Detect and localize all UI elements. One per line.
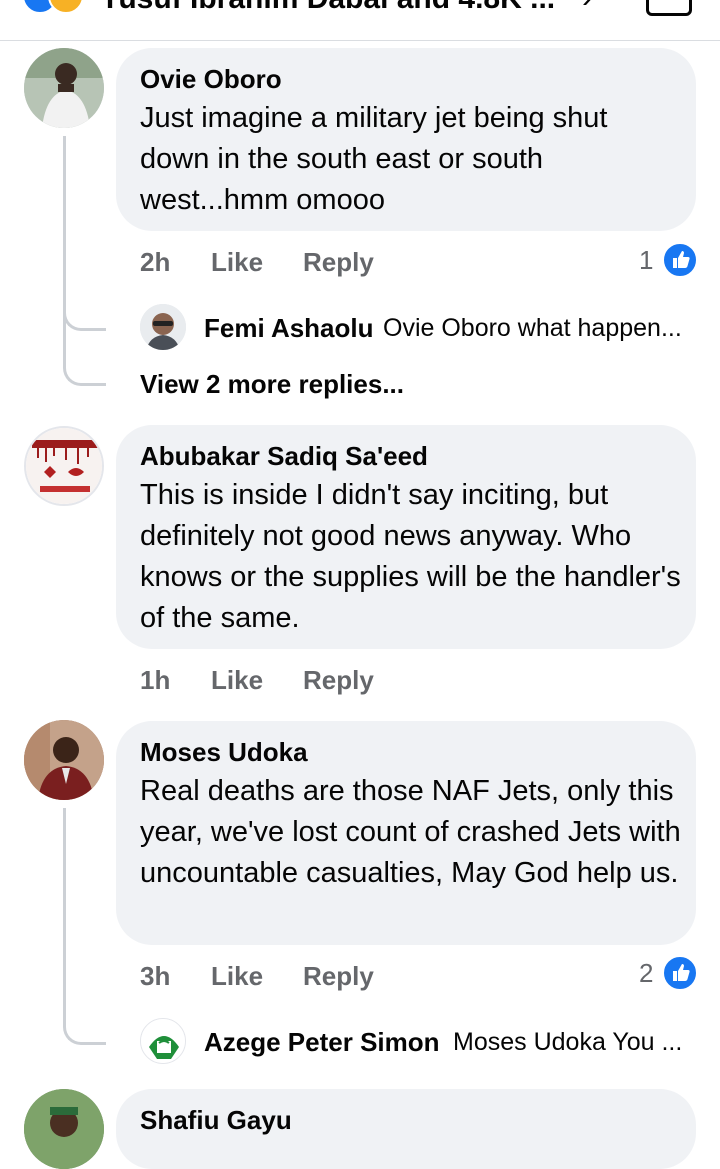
avatar-photo-icon <box>24 1089 104 1169</box>
reply-button[interactable]: Reply <box>303 665 374 696</box>
avatar[interactable] <box>24 426 104 506</box>
comment-time[interactable]: 3h <box>140 961 170 992</box>
thread-branch <box>63 345 106 386</box>
avatar-photo-icon <box>26 428 102 504</box>
reply-snippet[interactable]: Ovie Oboro what happen... <box>383 314 682 343</box>
avatar-photo-icon <box>141 1019 185 1063</box>
thread-branch <box>63 290 106 331</box>
reply-author[interactable]: Azege Peter Simon <box>204 1027 440 1058</box>
avatar[interactable] <box>140 1018 186 1064</box>
comment-author[interactable]: Moses Udoka <box>140 737 308 768</box>
comment-author[interactable]: Abubakar Sadiq Sa'eed <box>140 441 428 472</box>
comment-author[interactable]: Shafiu Gayu <box>140 1105 292 1136</box>
post-header-bar: Yusuf Ibrahim Dabai and 4.8K ... › <box>0 0 720 41</box>
reaction-count[interactable]: 1 <box>639 245 653 276</box>
thumbs-up-outline-icon[interactable] <box>646 0 692 16</box>
chevron-right-icon[interactable]: › <box>582 0 593 15</box>
avatar-photo-icon <box>140 304 186 350</box>
post-reactors-title[interactable]: Yusuf Ibrahim Dabai and 4.8K ... <box>100 0 555 16</box>
thread-line <box>63 136 66 366</box>
like-reaction-icon <box>662 242 698 278</box>
like-button[interactable]: Like <box>211 665 263 696</box>
like-button[interactable]: Like <box>211 961 263 992</box>
avatar-photo-icon <box>24 48 104 128</box>
reply-button[interactable]: Reply <box>303 961 374 992</box>
avatar[interactable] <box>24 1089 104 1169</box>
reaction-count[interactable]: 2 <box>639 958 653 989</box>
thread-line <box>63 808 66 1008</box>
comment-time[interactable]: 2h <box>140 247 170 278</box>
comment-text: Real deaths are those NAF Jets, only thi… <box>140 775 681 889</box>
like-button[interactable]: Like <box>211 247 263 278</box>
comment-author[interactable]: Ovie Oboro <box>140 64 282 95</box>
avatar-photo-icon <box>24 720 104 800</box>
reply-snippet[interactable]: Moses Udoka You ... <box>453 1028 682 1057</box>
comment-text: This is inside I didn't say inciting, bu… <box>140 479 681 634</box>
comment-text: Just imagine a military jet being shut d… <box>140 102 608 216</box>
haha-reaction-icon <box>48 0 84 14</box>
reaction-icons[interactable] <box>22 0 92 14</box>
reply-button[interactable]: Reply <box>303 247 374 278</box>
thread-branch <box>63 1004 106 1045</box>
avatar[interactable] <box>24 720 104 800</box>
reply-author[interactable]: Femi Ashaolu <box>204 313 374 344</box>
avatar[interactable] <box>24 48 104 128</box>
view-more-replies-link[interactable]: View 2 more replies... <box>140 369 404 400</box>
avatar[interactable] <box>140 304 186 350</box>
comment-time[interactable]: 1h <box>140 665 170 696</box>
like-reaction-icon <box>662 955 698 991</box>
